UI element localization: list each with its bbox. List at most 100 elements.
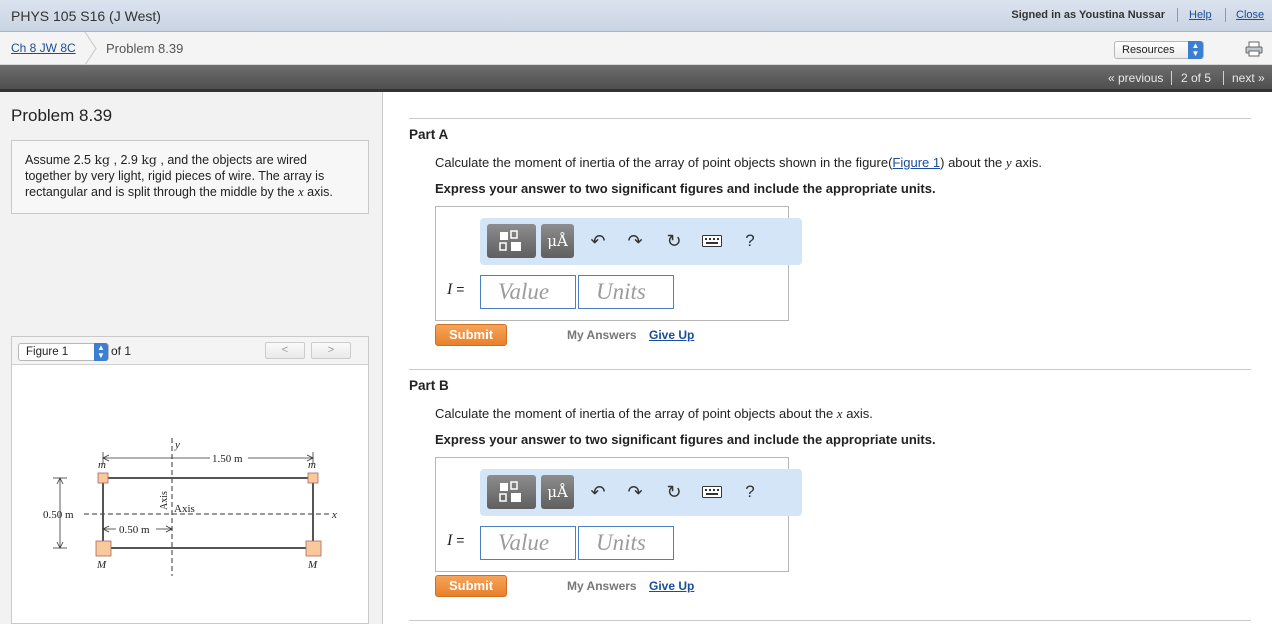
math-toolbar: μÅ ↶ ↷ ↻ ? xyxy=(480,218,802,265)
mass-m-top-left xyxy=(97,472,109,484)
print-icon[interactable] xyxy=(1245,41,1263,57)
part-a-my-answers: My Answers xyxy=(567,328,637,342)
divider xyxy=(409,620,1251,621)
unit-kg: kg xyxy=(141,152,157,167)
resources-label: Resources xyxy=(1122,44,1175,56)
templates-icon xyxy=(499,481,521,502)
part-a-question: Calculate the moment of inertia of the a… xyxy=(435,155,1042,171)
figure-select-value: Figure 1 xyxy=(26,346,69,358)
keyboard-icon[interactable] xyxy=(702,486,722,498)
figure-next-button[interactable]: > xyxy=(311,342,351,359)
question-text: ) about the xyxy=(940,155,1006,170)
figure-header: Figure 1 ▲ ▼ of 1 < > xyxy=(12,337,368,365)
half-width-label: 0.50 m xyxy=(119,524,150,536)
signed-in-text: Signed in as Youstina Nussar xyxy=(1011,9,1165,21)
value-input[interactable]: Value xyxy=(480,526,576,560)
variable-symbol: I xyxy=(447,281,453,298)
previous-link[interactable]: « previous xyxy=(1108,71,1163,85)
statement-text: axis. xyxy=(303,185,333,199)
M-label-bottom-left: M xyxy=(96,559,107,571)
units-button[interactable]: μÅ xyxy=(541,475,574,509)
m-label-top-right: m xyxy=(308,459,316,471)
M-label-bottom-right: M xyxy=(307,559,318,571)
redo-icon[interactable]: ↷ xyxy=(624,230,646,252)
divider xyxy=(1223,71,1224,85)
templates-button[interactable] xyxy=(487,475,536,509)
resources-select[interactable]: Resources ▲ ▼ xyxy=(1114,41,1204,59)
part-b-give-up-link[interactable]: Give Up xyxy=(649,579,694,593)
question-text: axis. xyxy=(1011,155,1043,170)
axis-label: Axis xyxy=(174,503,195,515)
divider xyxy=(1177,8,1178,22)
undo-icon[interactable]: ↶ xyxy=(587,481,609,503)
help-button[interactable]: ? xyxy=(739,481,761,503)
keyboard-icon[interactable] xyxy=(702,235,722,247)
problem-title: Problem 8.39 xyxy=(11,106,113,125)
breadcrumb: Ch 8 JW 8C Problem 8.39 xyxy=(0,32,1272,65)
part-a-title: Part A xyxy=(409,127,449,142)
figure-count: of 1 xyxy=(111,344,132,358)
statement-text: , 2.9 xyxy=(110,153,142,167)
divider xyxy=(409,369,1251,370)
part-b-question: Calculate the moment of inertia of the a… xyxy=(435,406,873,422)
templates-icon xyxy=(499,230,521,251)
select-arrows-icon: ▲ ▼ xyxy=(94,343,108,361)
problem-position: 2 of 5 xyxy=(1181,71,1212,85)
top-bar: PHYS 105 S16 (J West) Signed in as Youst… xyxy=(0,0,1272,32)
figure-prev-button[interactable]: < xyxy=(265,342,305,359)
units-input[interactable]: Units xyxy=(578,526,674,560)
reset-icon[interactable]: ↻ xyxy=(663,230,685,252)
y-axis-label: y xyxy=(174,439,180,451)
next-link[interactable]: next » xyxy=(1232,71,1265,85)
divider xyxy=(409,118,1251,119)
help-button[interactable]: ? xyxy=(739,230,761,252)
part-b-instruction: Express your answer to two significant f… xyxy=(435,432,936,447)
variable-symbol: I xyxy=(447,532,453,549)
mass-M-bottom-right xyxy=(305,540,322,557)
axis-label-vertical: Axis xyxy=(159,491,170,510)
divider xyxy=(1225,8,1226,22)
width-label: 1.50 m xyxy=(212,453,243,465)
part-a-answer-box: μÅ ↶ ↷ ↻ ? I = Value Units xyxy=(435,206,802,321)
units-input[interactable]: Units xyxy=(578,275,674,309)
equals-sign: = xyxy=(456,532,465,548)
problem-statement: Assume 2.5 kg , 2.9 kg , and the objects… xyxy=(11,140,369,214)
figure-select[interactable]: Figure 1 ▲ ▼ xyxy=(18,343,109,361)
part-a-give-up-link[interactable]: Give Up xyxy=(649,328,694,342)
part-b-submit-button[interactable]: Submit xyxy=(435,575,507,597)
m-label-top-left: m xyxy=(98,459,106,471)
value-input[interactable]: Value xyxy=(480,275,576,309)
unit-kg: kg xyxy=(94,152,111,167)
breadcrumb-current: Problem 8.39 xyxy=(106,41,184,56)
equals-sign: = xyxy=(456,281,465,297)
mass-m-top-right xyxy=(307,472,319,484)
figure-panel: Figure 1 ▲ ▼ of 1 < > y x 1.50 m 0.50 m … xyxy=(11,336,369,624)
undo-icon[interactable]: ↶ xyxy=(587,230,609,252)
height-label: 0.50 m xyxy=(43,509,74,521)
reset-icon[interactable]: ↻ xyxy=(663,481,685,503)
question-text: Calculate the moment of inertia of the a… xyxy=(435,155,893,170)
part-b-title: Part B xyxy=(409,378,449,393)
units-button[interactable]: μÅ xyxy=(541,224,574,258)
variable-label: I = xyxy=(447,532,464,550)
part-b-answer-box: μÅ ↶ ↷ ↻ ? I = Value Units xyxy=(435,457,802,572)
select-arrows-icon: ▲ ▼ xyxy=(1188,41,1203,59)
part-b-my-answers: My Answers xyxy=(567,579,637,593)
help-link[interactable]: Help xyxy=(1189,9,1212,21)
redo-icon[interactable]: ↷ xyxy=(624,481,646,503)
divider xyxy=(1171,71,1172,85)
templates-button[interactable] xyxy=(487,224,536,258)
question-text: Calculate the moment of inertia of the a… xyxy=(435,406,837,421)
part-a-submit-button[interactable]: Submit xyxy=(435,324,507,346)
breadcrumb-assignment-link[interactable]: Ch 8 JW 8C xyxy=(11,41,76,55)
variable-label: I = xyxy=(447,281,464,299)
breadcrumb-chevron-icon xyxy=(84,32,97,65)
question-text: axis. xyxy=(842,406,873,421)
problem-navigation-bar: « previous 2 of 5 next » xyxy=(0,65,1272,92)
math-toolbar: μÅ ↶ ↷ ↻ ? xyxy=(480,469,802,516)
figure-diagram: y x 1.50 m 0.50 m 0.50 m Axis Axis m m M… xyxy=(43,438,337,576)
course-title: PHYS 105 S16 (J West) xyxy=(11,8,161,24)
close-link[interactable]: Close xyxy=(1236,9,1264,21)
mass-M-bottom-left xyxy=(95,540,112,557)
figure-link[interactable]: Figure 1 xyxy=(892,155,940,170)
